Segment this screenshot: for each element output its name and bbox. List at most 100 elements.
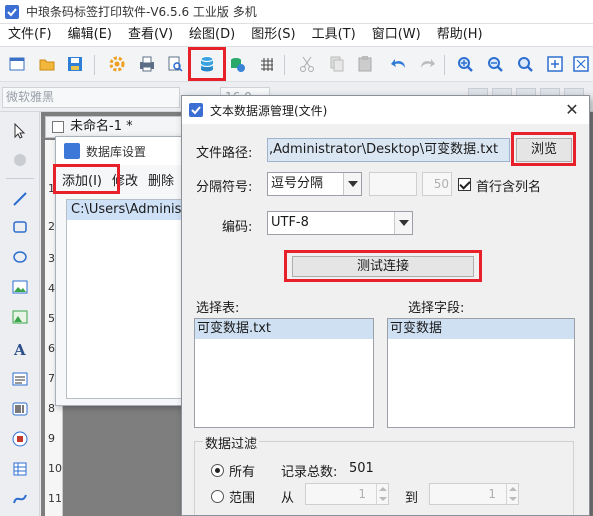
range-from-label: 从	[281, 491, 295, 506]
data-filter-group: 数据过滤 所有 记录总数: 501 范围 从 1 到 1	[194, 433, 574, 515]
zoom-fit-icon[interactable]	[514, 53, 536, 75]
list-item[interactable]: C:\Users\Administrator\Desktop	[67, 200, 189, 220]
menu-draw[interactable]: 绘图(D)	[181, 24, 243, 46]
database-settings-title: 数据库设置	[86, 144, 147, 159]
select-pointer-icon[interactable]	[9, 120, 31, 142]
encoding-select[interactable]: UTF-8	[267, 211, 413, 235]
delete-datasource-button[interactable]: 删除	[142, 170, 178, 189]
image-tool-icon[interactable]	[9, 276, 31, 298]
new-document-icon[interactable]	[6, 53, 28, 75]
qrcode-tool-icon[interactable]	[9, 428, 31, 450]
database-export-icon[interactable]	[226, 53, 248, 75]
app-title: 中琅条码标签打印软件-V6.5.6 工业版 多机	[26, 5, 257, 19]
ellipse-tool-icon[interactable]	[9, 246, 31, 268]
menu-file[interactable]: 文件(F)	[0, 24, 60, 46]
select-table-label: 选择表:	[196, 301, 240, 316]
delimiter-value: 逗号分隔	[271, 176, 324, 191]
svg-text:A: A	[13, 341, 26, 357]
ruler-number: 7	[48, 372, 55, 385]
zoom-actual-icon[interactable]	[570, 53, 592, 75]
encoding-value: UTF-8	[271, 215, 309, 230]
custom-delimiter-input[interactable]	[369, 172, 417, 196]
browse-button[interactable]: 浏览	[516, 138, 572, 162]
menu-help[interactable]: 帮助(H)	[429, 24, 491, 46]
database-settings-icon[interactable]	[196, 53, 218, 75]
app-titlebar: 中琅条码标签打印软件-V6.5.6 工业版 多机	[0, 0, 593, 24]
zoom-in-icon[interactable]	[454, 53, 476, 75]
table-tool-icon[interactable]	[9, 458, 31, 480]
copy-icon[interactable]	[326, 53, 348, 75]
paste-icon[interactable]	[354, 53, 376, 75]
curve-tool-icon[interactable]	[9, 488, 31, 510]
zoom-out-icon[interactable]	[484, 53, 506, 75]
main-toolbar	[0, 46, 593, 82]
rich-text-tool-icon[interactable]	[9, 368, 31, 390]
close-icon[interactable]: ✕	[563, 101, 581, 119]
datasource-list[interactable]: C:\Users\Administrator\Desktop	[66, 199, 189, 399]
chevron-down-icon[interactable]	[394, 212, 412, 234]
file-path-label: 文件路径:	[196, 146, 253, 161]
ruler-number: 4	[48, 282, 55, 295]
edit-datasource-button[interactable]: 修改	[106, 170, 142, 189]
menu-window[interactable]: 窗口(W)	[364, 24, 429, 46]
line-tool-icon[interactable]	[9, 188, 31, 210]
app-logo-icon	[4, 4, 20, 20]
file-path-field[interactable]: ,Administrator\Desktop\可变数据.txt	[267, 138, 510, 162]
range-to-value: 1	[488, 487, 496, 501]
document-icon	[52, 121, 64, 133]
chevron-down-icon[interactable]	[343, 173, 361, 195]
zoom-page-icon[interactable]	[544, 53, 566, 75]
ruler-number: 6	[48, 342, 55, 355]
field-list[interactable]: 可变数据	[387, 318, 575, 428]
header-row-checkbox[interactable]	[458, 178, 471, 191]
delimiter-select[interactable]: 逗号分隔	[267, 172, 362, 196]
text-tool-icon[interactable]: A	[9, 338, 31, 360]
cut-icon[interactable]	[296, 53, 318, 75]
stepper-arrows-icon[interactable]	[506, 484, 518, 504]
filter-all-radio[interactable]	[211, 464, 224, 477]
list-item[interactable]: 可变数据	[388, 319, 574, 339]
menu-view[interactable]: 查看(V)	[120, 24, 181, 46]
print-icon[interactable]	[136, 53, 158, 75]
dialog-title: 文本数据源管理(文件)	[210, 103, 328, 118]
redo-icon[interactable]	[416, 53, 438, 75]
menu-tools[interactable]: 工具(T)	[304, 24, 364, 46]
grid-icon[interactable]	[256, 53, 278, 75]
list-item[interactable]: 可变数据.txt	[195, 319, 373, 339]
font-family-select[interactable]: 微软雅黑	[2, 87, 180, 108]
test-connection-button[interactable]: 测试连接	[292, 256, 474, 277]
filter-group-title: 数据过滤	[203, 433, 260, 452]
barcode-tool-icon[interactable]	[9, 398, 31, 420]
range-to-label: 到	[405, 491, 419, 506]
document-tab[interactable]: 未命名-1 *	[45, 116, 195, 138]
range-from-stepper[interactable]: 1	[305, 483, 389, 505]
picture-tool-icon[interactable]	[9, 306, 31, 328]
table-list[interactable]: 可变数据.txt	[194, 318, 374, 428]
rectangle-tool-icon[interactable]	[9, 216, 31, 238]
delimiter-label: 分隔符号:	[196, 180, 253, 195]
record-count-value: 501	[349, 461, 374, 476]
header-row-label: 首行含列名	[476, 180, 542, 195]
database-settings-menu: 添加(I) 修改 删除	[56, 167, 189, 191]
text-datasource-dialog: 文本数据源管理(文件) ✕ 文件路径: ,Administrator\Deskt…	[181, 95, 590, 516]
save-icon[interactable]	[64, 53, 86, 75]
database-settings-window: 数据库设置 添加(I) 修改 删除 C:\Users\Administrator…	[55, 136, 190, 406]
document-tab-label: 未命名-1 *	[70, 119, 133, 134]
open-folder-icon[interactable]	[36, 53, 58, 75]
add-datasource-button[interactable]: 添加(I)	[56, 170, 106, 189]
stepper-arrows-icon[interactable]	[376, 484, 388, 504]
filter-all-label: 所有	[229, 465, 256, 480]
print-preview-icon[interactable]	[164, 53, 186, 75]
menu-edit[interactable]: 编辑(E)	[60, 24, 120, 46]
ruler-number: 3	[48, 252, 55, 265]
ruler-number: 1	[48, 182, 55, 195]
hand-tool-icon[interactable]	[9, 148, 31, 170]
filter-range-label: 范围	[229, 491, 256, 506]
field-width-input[interactable]: 50	[422, 172, 452, 196]
range-to-stepper[interactable]: 1	[429, 483, 519, 505]
settings-gear-icon[interactable]	[106, 53, 128, 75]
range-from-value: 1	[358, 487, 366, 501]
menu-shape[interactable]: 图形(S)	[243, 24, 303, 46]
undo-icon[interactable]	[388, 53, 410, 75]
filter-range-radio[interactable]	[211, 490, 224, 503]
